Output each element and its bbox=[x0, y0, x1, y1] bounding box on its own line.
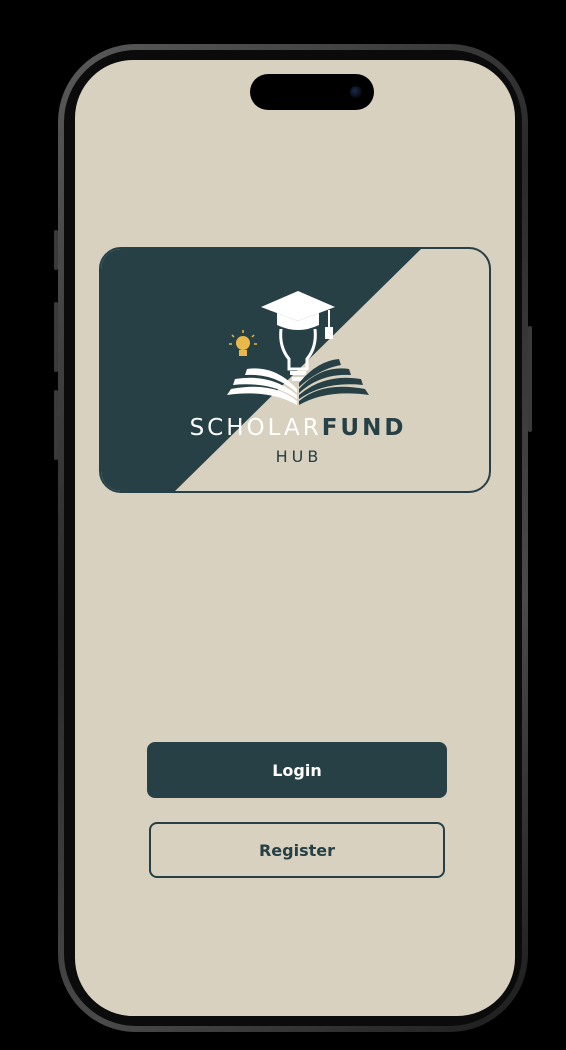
app-screen: SCHOLARFUND HUB Login Register bbox=[75, 60, 515, 1016]
volume-down-button bbox=[54, 390, 58, 460]
brand-subtitle: HUB bbox=[275, 447, 323, 466]
volume-up-button bbox=[54, 302, 58, 372]
register-button[interactable]: Register bbox=[149, 822, 445, 878]
logo-card: SCHOLARFUND HUB bbox=[99, 247, 491, 493]
brand-wordmark-light: SCHOLAR bbox=[189, 415, 322, 441]
brand-wordmark: SCHOLARFUND bbox=[101, 415, 489, 441]
camera-lens-icon bbox=[350, 86, 362, 98]
mute-switch bbox=[54, 230, 58, 270]
dynamic-island bbox=[250, 74, 374, 110]
power-button bbox=[528, 326, 532, 432]
graduation-cap-lightbulb-book-icon bbox=[227, 291, 369, 405]
brand-wordmark-bold: FUND bbox=[321, 415, 407, 441]
login-button[interactable]: Login bbox=[147, 742, 447, 798]
device-stage: SCHOLARFUND HUB Login Register bbox=[0, 0, 566, 1050]
phone-frame: SCHOLARFUND HUB Login Register bbox=[54, 44, 532, 1032]
